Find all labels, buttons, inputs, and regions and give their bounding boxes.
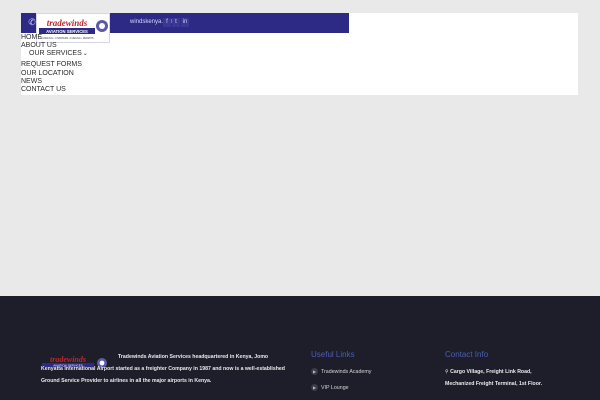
site-footer: tradewinds AVIATION SERVICES Tradewinds … bbox=[0, 296, 600, 400]
logo-tagline-text: HANDLING • CHARTERS • FUELING • PERMITS bbox=[41, 37, 94, 40]
map-pin-icon: ⚲ bbox=[445, 369, 449, 375]
useful-links-heading: Useful Links bbox=[311, 350, 355, 359]
site-logo[interactable]: tradewinds AVIATION SERVICES HANDLING • … bbox=[36, 13, 110, 43]
footer-about-text: Tradewinds Aviation Services headquarter… bbox=[41, 354, 285, 384]
nav-item-news[interactable]: NEWS bbox=[21, 78, 42, 86]
linkedin-icon[interactable]: in bbox=[181, 18, 189, 27]
tradewinds-logo: tradewinds AVIATION SERVICES HANDLING • … bbox=[39, 18, 108, 40]
nav-item-request-forms[interactable]: REQUEST FORMS bbox=[21, 61, 82, 69]
footer-contact-address: ⚲ Cargo Village, Freight Link Road, Mech… bbox=[445, 366, 555, 390]
arrow-right-icon: ▶ bbox=[311, 384, 318, 392]
nav-item-our-services[interactable]: OUR SERVICES⌄ bbox=[29, 50, 88, 58]
footer-link-vip-lounge[interactable]: ▶ VIP Lounge bbox=[311, 384, 349, 392]
contact-info-heading: Contact Info bbox=[445, 350, 489, 359]
nav-item-contact-us[interactable]: CONTACT US bbox=[21, 86, 66, 94]
arrow-right-icon: ▶ bbox=[311, 368, 318, 376]
facebook-icon[interactable]: f bbox=[163, 18, 171, 27]
nav-item-our-location[interactable]: OUR LOCATION bbox=[21, 70, 74, 78]
logo-subtitle-text: AVIATION SERVICES bbox=[46, 29, 88, 34]
nav-item-about-us[interactable]: ABOUT US bbox=[21, 42, 57, 50]
nav-item-home[interactable]: HOME bbox=[21, 34, 42, 42]
footer-link-tradewinds-academy[interactable]: ▶ Tradewinds Academy bbox=[311, 368, 371, 376]
nav-item-our-services-label: OUR SERVICES bbox=[29, 50, 82, 57]
logo-brand-text: tradewinds bbox=[47, 18, 88, 28]
footer-link-label: Tradewinds Academy bbox=[321, 369, 372, 375]
social-links: f t in bbox=[163, 18, 189, 28]
twitter-icon[interactable]: t bbox=[172, 18, 180, 27]
contact-address-text: Cargo Village, Freight Link Road, Mechan… bbox=[445, 369, 543, 387]
chevron-down-icon: ⌄ bbox=[82, 51, 88, 57]
footer-link-label: VIP Lounge bbox=[321, 385, 349, 391]
